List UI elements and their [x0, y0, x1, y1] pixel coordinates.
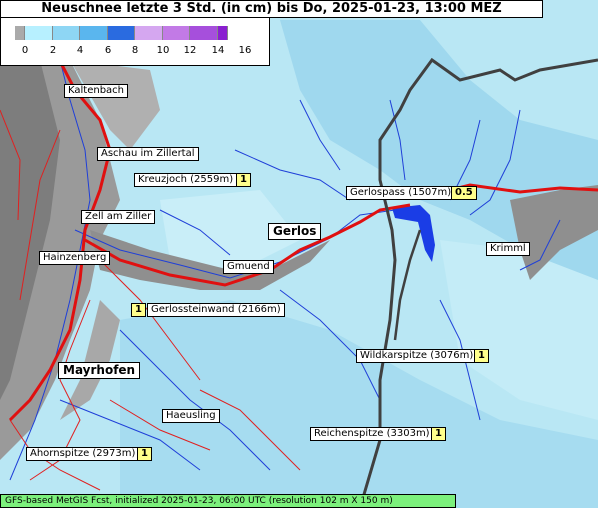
peak-label-reichenspitze: Reichenspitze (3303m): [310, 427, 434, 441]
peak-label-kreuzjoch: Kreuzjoch (2559m): [134, 173, 238, 187]
place-label-kaltenbach: Kaltenbach: [64, 84, 129, 98]
snow-value-reichenspitze: 1: [431, 427, 446, 441]
place-label-aschau: Aschau im Zillertal: [97, 147, 199, 161]
legend-tick: 0: [21, 45, 29, 56]
snow-value-gerlossteinwand: 1: [131, 303, 146, 317]
legend: 0 2 4 6 8 10 12 14 16: [0, 18, 270, 66]
pass-label-gerlospass: Gerlospass (1507m): [346, 186, 456, 200]
legend-swatch-7: [190, 26, 218, 40]
peak-label-gerlossteinwand: Gerlossteinwand (2166m): [147, 303, 285, 317]
legend-tick: 6: [104, 45, 112, 56]
peak-label-wildkarspitze: Wildkarspitze (3076m): [356, 349, 478, 363]
legend-tick: 16: [238, 45, 252, 56]
legend-swatch-1: [25, 26, 53, 40]
place-label-krimml: Krimml: [486, 242, 530, 256]
legend-tick: 12: [183, 45, 197, 56]
legend-swatch-6: [162, 26, 190, 40]
legend-swatch-4: [107, 26, 135, 40]
map-title: Neuschnee letzte 3 Std. (in cm) bis Do, …: [0, 0, 543, 18]
legend-swatch-3: [80, 26, 108, 40]
legend-swatch-8: [217, 26, 228, 40]
model-info-footer: GFS-based MetGIS Fcst, initialized 2025-…: [0, 494, 456, 508]
legend-swatch-0: [15, 26, 25, 40]
place-label-hainzenberg: Hainzenberg: [39, 251, 111, 265]
legend-swatch-5: [135, 26, 163, 40]
legend-tick: 4: [76, 45, 84, 56]
place-label-zell-am-ziller: Zell am Ziller: [81, 210, 156, 224]
legend-tick: 8: [131, 45, 139, 56]
legend-tick: 2: [49, 45, 57, 56]
snow-value-wildkarspitze: 1: [474, 349, 489, 363]
snow-map: Neuschnee letzte 3 Std. (in cm) bis Do, …: [0, 0, 598, 508]
place-label-mayrhofen: Mayrhofen: [58, 362, 141, 379]
legend-tick: 14: [211, 45, 225, 56]
snow-value-gerlospass: 0.5: [451, 186, 477, 200]
peak-label-ahornspitze: Ahornspitze (2973m): [26, 447, 140, 461]
place-label-gmuend: Gmuend: [223, 260, 274, 274]
snow-value-ahornspitze: 1: [137, 447, 152, 461]
place-label-haeusling: Haeusling: [162, 409, 220, 423]
legend-swatch-2: [52, 26, 80, 40]
snow-value-kreuzjoch: 1: [236, 173, 251, 187]
place-label-gerlos: Gerlos: [268, 223, 322, 240]
legend-tick: 10: [156, 45, 170, 56]
legend-color-bar: [15, 26, 228, 40]
